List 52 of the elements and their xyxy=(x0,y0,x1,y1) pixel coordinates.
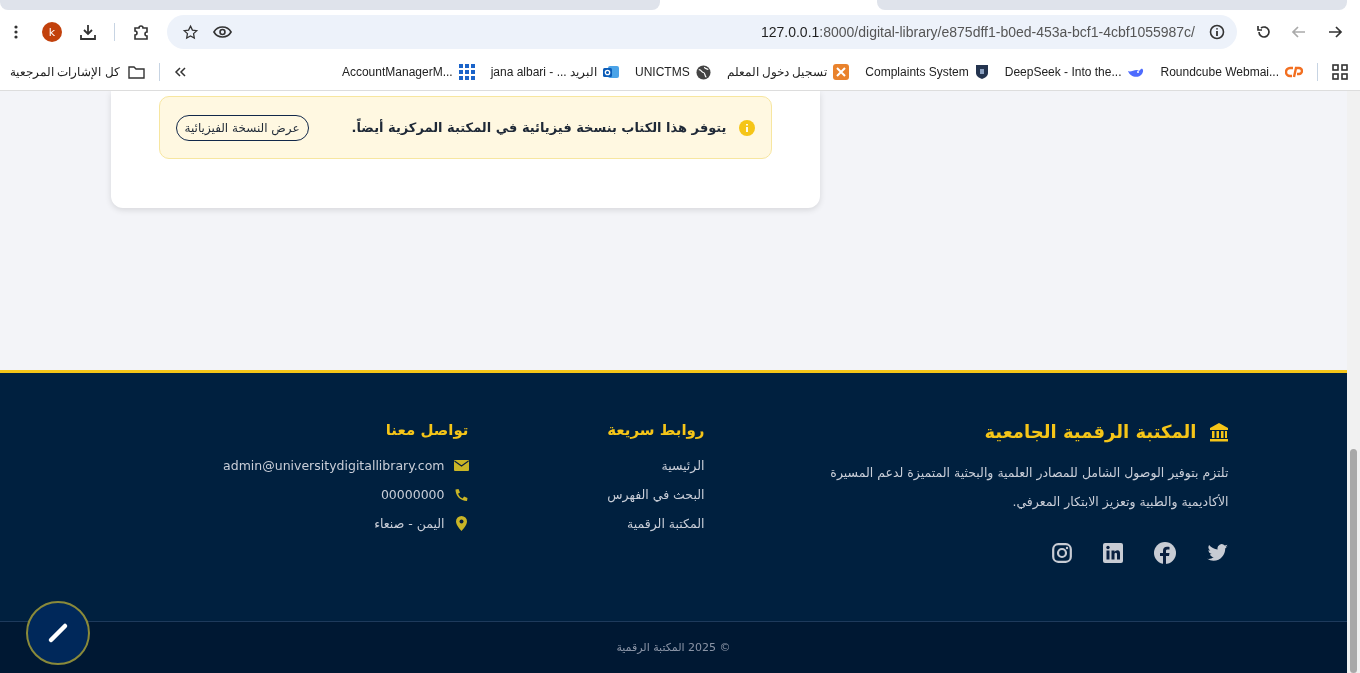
contact-text: اليمن - صنعاء xyxy=(374,516,445,531)
footer-link[interactable]: الرئيسية xyxy=(661,451,705,480)
contact-text: 00000000 xyxy=(380,487,445,502)
footer-description: تلتزم بتوفير الوصول الشامل للمصادر العلمية والبحثية المتميزة لدعم المسيرة الأكاديمية والطبية وتعزيز الابتكار المعرفي. xyxy=(829,464,1229,512)
globe-icon xyxy=(695,64,711,80)
menu-icon[interactable] xyxy=(14,25,18,39)
notice-text: يتوفر هذا الكتاب بنسخة فيزيائية في المكتبة المركزية أيضاً. xyxy=(350,120,727,135)
puzzle-icon[interactable] xyxy=(132,23,150,41)
forward-arrow-icon[interactable] xyxy=(1327,24,1343,40)
x-logo-icon xyxy=(833,64,850,80)
footer-brand-title: المكتبة الرقمية الجامعية xyxy=(984,421,1197,442)
info-icon xyxy=(738,119,755,136)
address-bar[interactable]: 127.0.0.1:8000/digital-library/e875dff1-b0ed-453a-bcf1-4cbf1055987c/ xyxy=(167,15,1237,49)
quick-links-heading: روابط سريعة xyxy=(607,421,705,439)
folder-icon[interactable] xyxy=(127,65,145,79)
facebook-icon[interactable] xyxy=(1153,542,1176,564)
shield-icon xyxy=(974,64,989,80)
footer-link[interactable]: البحث في الفهرس xyxy=(607,480,705,509)
bookmark[interactable]: UNICTMS xyxy=(635,64,711,80)
bank-icon xyxy=(1208,421,1229,442)
bookmark[interactable]: jana albari - ... البريد xyxy=(490,64,619,80)
copyright-text: © 2025 المكتبة الرقمية xyxy=(616,641,731,654)
profile-avatar[interactable]: k xyxy=(42,22,62,42)
download-icon[interactable] xyxy=(79,23,97,41)
bookmark[interactable]: Roundcube Webmai... xyxy=(1160,64,1303,80)
apps-grid-icon[interactable] xyxy=(1332,64,1348,80)
phone-icon xyxy=(453,487,469,502)
instagram-icon[interactable] xyxy=(1051,543,1072,563)
grid-icon xyxy=(458,64,475,80)
bookmark[interactable]: AccountManagerM... xyxy=(341,64,475,80)
info-icon[interactable] xyxy=(1209,24,1225,40)
bookmark[interactable]: DeepSeek - Into the... xyxy=(1004,64,1145,80)
contact-heading: تواصل معنا xyxy=(385,421,469,439)
pencil-icon xyxy=(46,621,70,645)
mail-app-icon xyxy=(603,64,619,80)
bookmark[interactable]: Complaints System xyxy=(865,64,989,80)
map-pin-icon xyxy=(453,516,469,531)
scrollbar[interactable] xyxy=(1347,91,1360,673)
url-text: 127.0.0.1:8000/digital-library/e875dff1-b0ed-453a-bcf1-4cbf1055987c/ xyxy=(759,24,1195,40)
eye-icon[interactable] xyxy=(213,25,232,39)
c-logo-icon xyxy=(1285,66,1303,78)
scrollbar-thumb[interactable] xyxy=(1350,449,1357,673)
footer-link[interactable]: المكتبة الرقمية xyxy=(627,509,705,538)
contact-text: admin@universitydigitallibrary.com xyxy=(223,458,445,473)
chevron-icon[interactable] xyxy=(173,67,186,77)
star-icon[interactable] xyxy=(182,23,199,41)
linkedin-icon[interactable] xyxy=(1102,543,1123,563)
all-bookmarks-link[interactable]: كل الإشارات المرجعية xyxy=(10,65,120,79)
twitter-icon[interactable] xyxy=(1206,544,1229,562)
envelope-icon xyxy=(453,460,469,471)
reload-icon[interactable] xyxy=(1256,24,1272,40)
bookmark[interactable]: تسجيل دخول المعلم xyxy=(726,64,850,80)
